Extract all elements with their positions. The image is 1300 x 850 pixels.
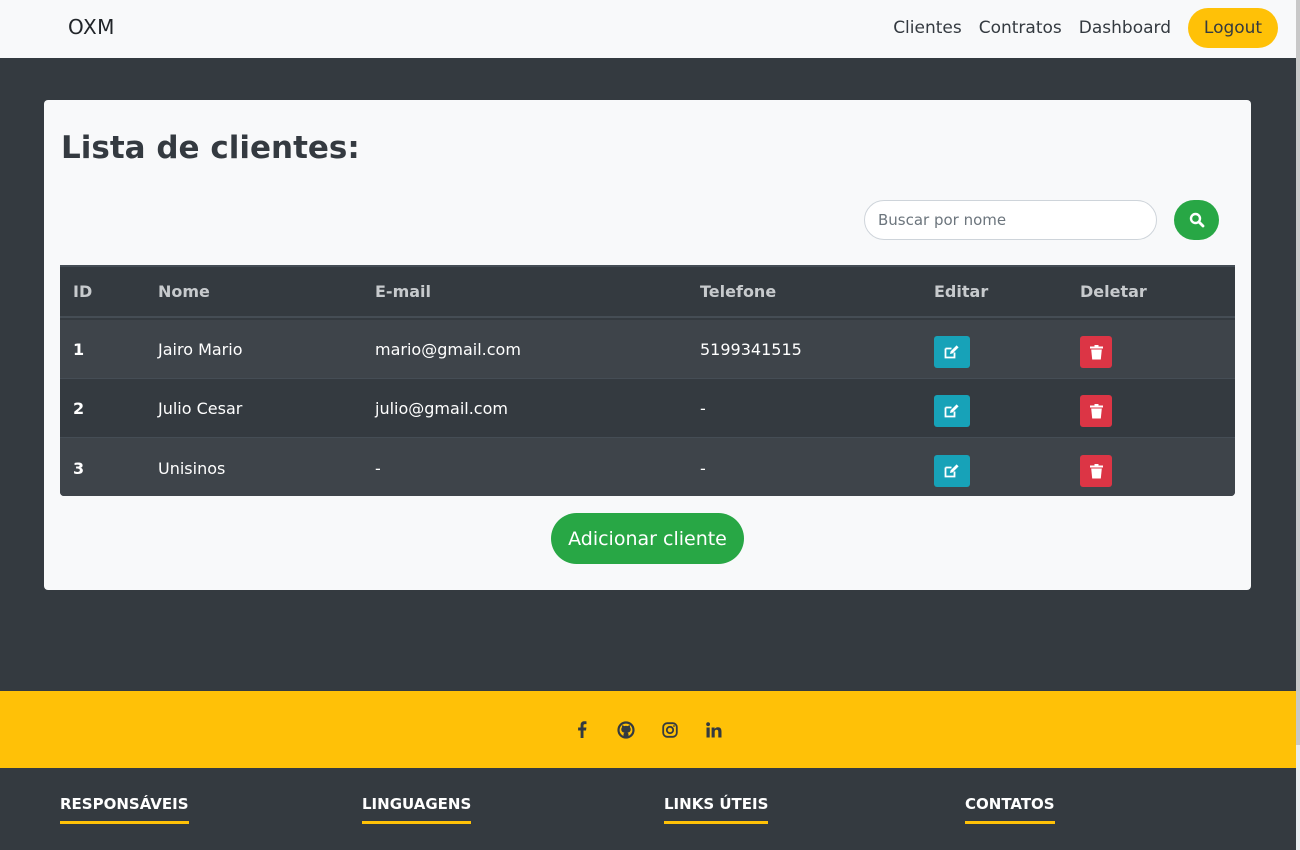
linkedin-icon[interactable] bbox=[704, 720, 724, 740]
header-deletar: Deletar bbox=[1080, 282, 1147, 301]
footer-heading-links-uteis: LINKS ÚTEIS bbox=[664, 795, 769, 824]
edit-icon bbox=[944, 345, 960, 359]
cell-id: 3 bbox=[73, 458, 85, 478]
navbar: OXM Clientes Contratos Dashboard Logout bbox=[0, 0, 1296, 58]
cell-nome: Jairo Mario bbox=[158, 339, 243, 359]
nav-links: Clientes Contratos Dashboard Logout bbox=[893, 8, 1278, 48]
search-input[interactable] bbox=[864, 200, 1157, 240]
delete-button[interactable] bbox=[1080, 395, 1112, 427]
delete-button[interactable] bbox=[1080, 336, 1112, 368]
cell-telefone: - bbox=[700, 458, 706, 478]
search-button[interactable] bbox=[1174, 200, 1219, 240]
nav-link-contratos[interactable]: Contratos bbox=[979, 8, 1062, 48]
table-row: 2 Julio Cesar julio@gmail.com - bbox=[60, 379, 1235, 438]
facebook-icon[interactable] bbox=[572, 720, 592, 740]
instagram-icon[interactable] bbox=[660, 720, 680, 740]
brand-logo[interactable]: OXM bbox=[68, 15, 115, 39]
trash-icon bbox=[1089, 463, 1103, 479]
cell-telefone: - bbox=[700, 398, 706, 418]
page-title: Lista de clientes: bbox=[61, 130, 360, 166]
footer-heading-linguagens: LINGUAGENS bbox=[362, 795, 472, 824]
header-telefone: Telefone bbox=[700, 282, 777, 301]
cell-email: mario@gmail.com bbox=[375, 339, 521, 359]
cell-email: julio@gmail.com bbox=[375, 398, 508, 418]
add-client-button[interactable]: Adicionar cliente bbox=[551, 513, 744, 564]
clients-table: ID Nome E-mail Telefone Editar Deletar 1… bbox=[60, 265, 1235, 496]
delete-button[interactable] bbox=[1080, 455, 1112, 487]
cell-edit bbox=[934, 438, 970, 496]
edit-button[interactable] bbox=[934, 455, 970, 487]
trash-icon bbox=[1089, 344, 1103, 360]
header-id: ID bbox=[73, 282, 93, 301]
edit-button[interactable] bbox=[934, 336, 970, 368]
trash-icon bbox=[1089, 403, 1103, 419]
header-email: E-mail bbox=[375, 282, 432, 301]
scrollbar[interactable] bbox=[1296, 0, 1300, 850]
cell-delete bbox=[1080, 438, 1112, 496]
cell-edit bbox=[934, 379, 970, 437]
cell-edit bbox=[934, 320, 970, 378]
cell-delete bbox=[1080, 320, 1112, 378]
header-editar: Editar bbox=[934, 282, 989, 301]
nav-link-dashboard[interactable]: Dashboard bbox=[1079, 8, 1171, 48]
cell-nome: Julio Cesar bbox=[158, 398, 243, 418]
nav-link-clientes[interactable]: Clientes bbox=[893, 8, 962, 48]
scrollbar-thumb[interactable] bbox=[1296, 0, 1300, 745]
search-icon bbox=[1189, 212, 1205, 228]
logout-button[interactable]: Logout bbox=[1188, 8, 1278, 48]
github-icon[interactable] bbox=[616, 720, 636, 740]
cell-email: - bbox=[375, 458, 381, 478]
cell-nome: Unisinos bbox=[158, 458, 226, 478]
footer-heading-contatos: CONTATOS bbox=[965, 795, 1055, 824]
cell-delete bbox=[1080, 379, 1112, 437]
footer-columns: RESPONSÁVEIS LINGUAGENS LINKS ÚTEIS CONT… bbox=[0, 768, 1296, 850]
cell-id: 1 bbox=[73, 339, 85, 359]
footer-heading-responsaveis: RESPONSÁVEIS bbox=[60, 795, 189, 824]
cell-telefone: 5199341515 bbox=[700, 339, 802, 359]
edit-icon bbox=[944, 404, 960, 418]
edit-icon bbox=[944, 464, 960, 478]
client-list-card: Lista de clientes: ID Nome E-mail Telefo… bbox=[44, 100, 1251, 590]
cell-id: 2 bbox=[73, 398, 85, 418]
header-nome: Nome bbox=[158, 282, 210, 301]
table-row: 1 Jairo Mario mario@gmail.com 5199341515 bbox=[60, 320, 1235, 379]
table-header-row: ID Nome E-mail Telefone Editar Deletar bbox=[60, 267, 1235, 318]
table-row: 3 Unisinos - - bbox=[60, 438, 1235, 496]
edit-button[interactable] bbox=[934, 395, 970, 427]
footer-social-bar bbox=[0, 691, 1296, 768]
